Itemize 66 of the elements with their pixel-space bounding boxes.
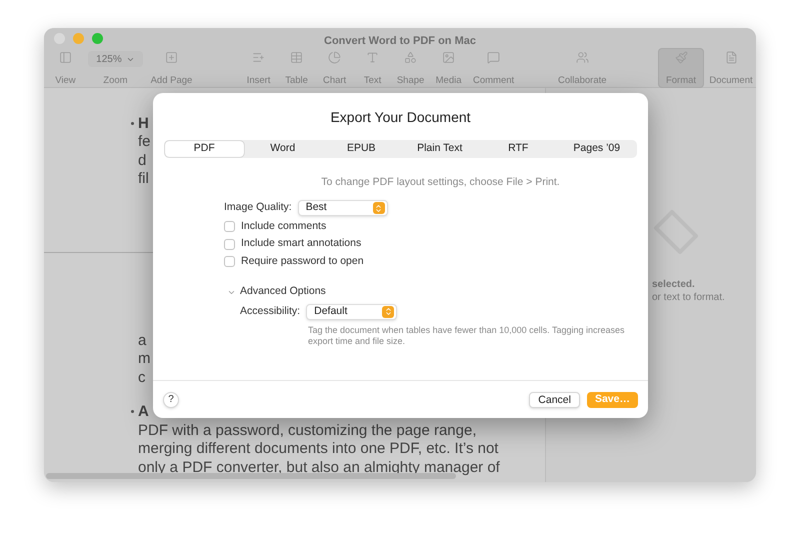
checkbox-label: Include smart annotations: [241, 236, 362, 252]
image-icon: [442, 51, 456, 64]
body-text: PDF with a password, customizing the page range,: [138, 422, 477, 438]
document-icon: [724, 51, 738, 64]
checkbox[interactable]: [224, 238, 235, 250]
add-page-icon: [164, 51, 178, 64]
window-title: Convert Word to PDF on Mac: [323, 34, 477, 49]
toolbar-button[interactable]: Text: [354, 48, 392, 88]
body-text: A: [138, 404, 149, 420]
bullet-icon: [131, 410, 134, 414]
format-tab[interactable]: Pages ’09: [558, 141, 636, 157]
field-label: Accessibility:: [240, 304, 300, 319]
toolbar-button[interactable]: Table: [278, 48, 316, 88]
toolbar-button[interactable]: Insert: [240, 48, 278, 88]
text-icon: [366, 51, 380, 64]
checkbox-label: Include comments: [241, 218, 326, 234]
inspector-text: selected.: [652, 278, 696, 291]
toolbar-button[interactable]: Shape: [392, 48, 430, 88]
zoom-dropdown[interactable]: 125%: [88, 51, 143, 67]
cancel-button[interactable]: Cancel: [529, 392, 580, 408]
format-tab[interactable]: Word: [244, 141, 322, 157]
format-tab[interactable]: PDF: [165, 141, 244, 157]
toolbar-button[interactable]: Add Page: [145, 48, 198, 88]
body-text: H: [138, 116, 149, 131]
field-label: Image Quality:: [224, 200, 292, 216]
format-tab[interactable]: EPUB: [322, 141, 400, 157]
maximize-window-icon[interactable]: [92, 33, 103, 44]
checkbox[interactable]: [224, 256, 235, 267]
updown-icon: [372, 202, 385, 214]
checkbox[interactable]: [224, 221, 235, 232]
table-icon: [290, 51, 304, 64]
comment-icon: [487, 51, 500, 64]
toolbar-button[interactable]: Collaborate: [552, 48, 612, 88]
checkbox-label: Require password to open: [241, 254, 364, 269]
format-tab[interactable]: RTF: [479, 141, 558, 157]
dialog-title: Export Your Document: [330, 108, 471, 127]
body-text: a: [138, 332, 146, 348]
body-text: m: [138, 351, 150, 366]
people-icon: [576, 51, 589, 64]
chart-icon: [328, 51, 342, 64]
info-text: To change PDF layout settings, choose File > Print.: [321, 175, 560, 190]
body-text: fil: [138, 171, 149, 186]
toolbar-button[interactable]: View: [45, 48, 86, 88]
minimize-window-icon[interactable]: [73, 33, 84, 44]
shape-icon: [404, 51, 418, 64]
insert-icon: [252, 51, 266, 64]
toolbar-button[interactable]: Media: [430, 48, 468, 88]
save-button[interactable]: Save…: [586, 392, 638, 408]
help-text: Tag the document when tables have fewer than 10,000 cells. Tagging increases export time and file size.: [308, 325, 626, 348]
popup-button[interactable]: Best: [298, 200, 388, 216]
disclosure-button[interactable]: Advanced Options: [224, 284, 638, 300]
body-text: fe: [138, 134, 151, 150]
popup-button[interactable]: Default: [306, 304, 398, 320]
updown-icon: [382, 306, 394, 318]
help-button[interactable]: ?: [163, 392, 179, 408]
toolbar-button[interactable]: Comment: [468, 48, 520, 88]
sidebar-icon: [58, 51, 72, 64]
toolbar-button[interactable]: Chart: [316, 48, 354, 88]
inspector-text: or text to format.: [652, 291, 725, 304]
body-text: c: [138, 370, 146, 385]
format-tab[interactable]: Plain Text: [400, 141, 479, 157]
body-text: d: [138, 152, 146, 168]
bullet-icon: [131, 122, 134, 125]
toolbar-button[interactable]: 125% Zoom: [89, 48, 142, 88]
body-text: merging different documents into one PDF, etc. It’s not: [138, 441, 498, 456]
toolbar-button[interactable]: Document: [706, 48, 756, 88]
